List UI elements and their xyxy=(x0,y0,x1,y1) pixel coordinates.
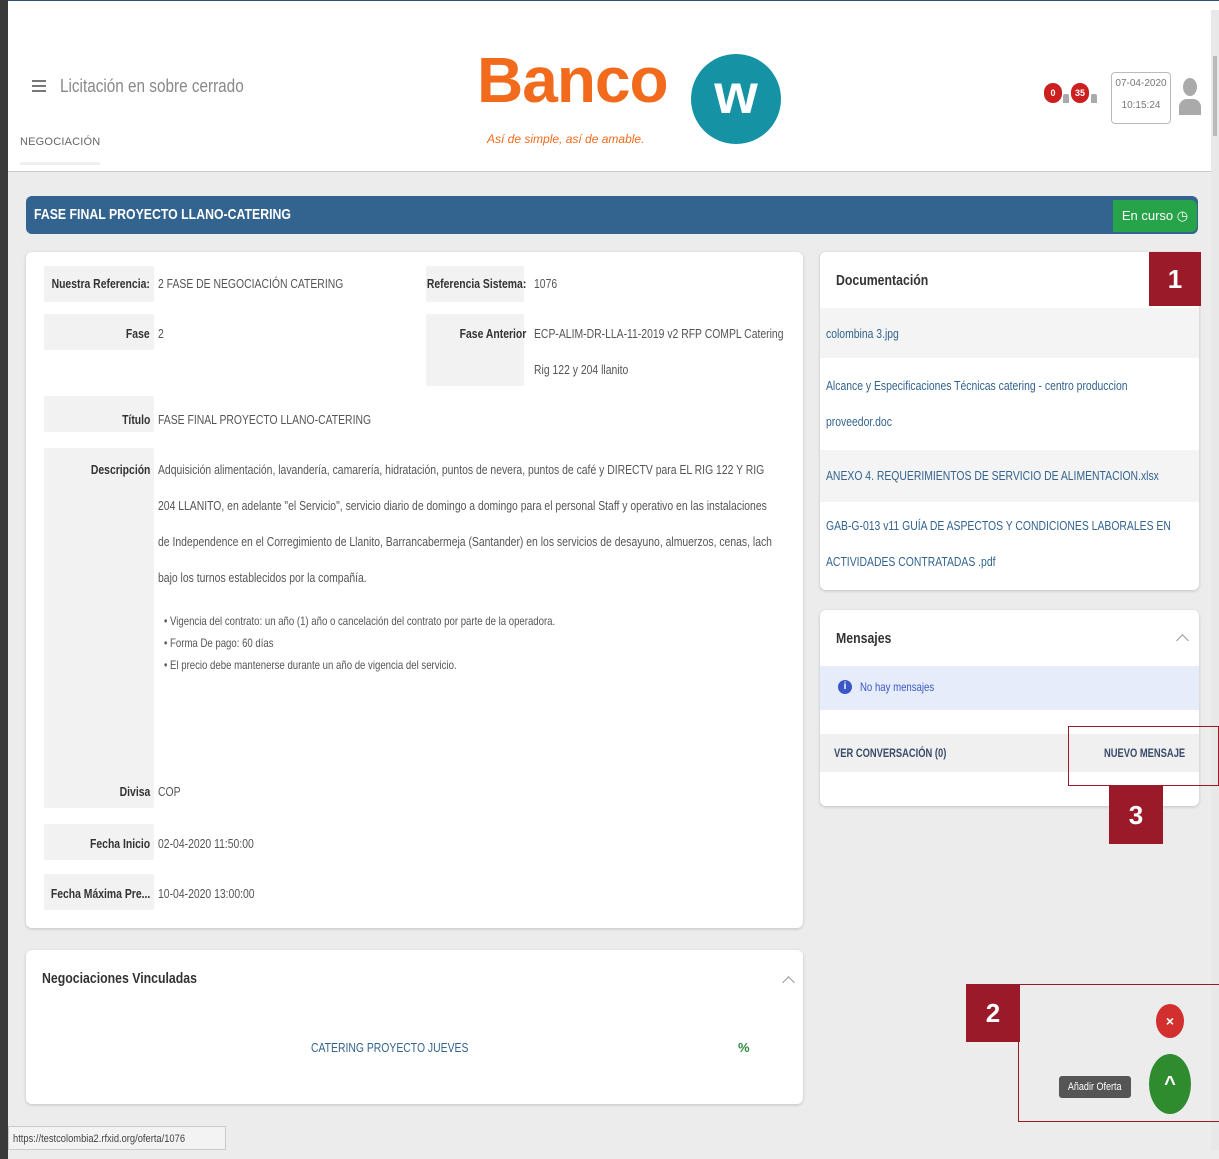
fase-anterior-label: Fase Anterior xyxy=(459,326,526,341)
bullet-item: • Vigencia del contrato: un año (1) año … xyxy=(164,614,556,628)
bullet-item: • Forma De pago: 60 días xyxy=(164,636,274,650)
scrollbar[interactable] xyxy=(1211,10,1219,1150)
descripcion-line: 204 LLANITO, en adelante "el Servicio", … xyxy=(158,498,767,513)
bell-icon[interactable] xyxy=(1063,94,1069,103)
annotation-marker-1: 1 xyxy=(1149,252,1201,306)
link-icon[interactable]: % xyxy=(738,1041,750,1054)
fase-value: 2 xyxy=(158,326,164,341)
fecha-maxima-label: Fecha Máxima Pre... xyxy=(50,886,150,901)
descripcion-label: Descripción xyxy=(90,462,150,477)
referencia-sistema-value: 1076 xyxy=(534,276,558,291)
close-fab-button[interactable]: × xyxy=(1156,1004,1184,1038)
document-item[interactable]: ANEXO 4. REQUERIMIENTOS DE SERVICIO DE A… xyxy=(820,450,1199,502)
chevron-up-icon[interactable] xyxy=(782,976,795,989)
nuestra-referencia-value: 2 FASE DE NEGOCIACIÓN CATERING xyxy=(158,276,344,291)
logo-mark: w xyxy=(714,62,758,125)
documentacion-card: Documentación colombina 3.jpg Alcance y … xyxy=(820,252,1199,590)
mensajes-title: Mensajes xyxy=(836,630,892,647)
negotiation-title: FASE FINAL PROYECTO LLANO-CATERING xyxy=(34,206,291,223)
clock-icon: ◷ xyxy=(1176,208,1189,223)
nuestra-referencia-label: Nuestra Referencia: xyxy=(51,276,150,291)
negotiation-title-bar: FASE FINAL PROYECTO LLANO-CATERING xyxy=(26,196,1198,234)
descripcion-line: de Independence en el Corregimiento de L… xyxy=(158,534,772,549)
tab-negociacion[interactable]: NEGOCIACIÓN xyxy=(20,136,101,165)
messages-badge[interactable]: 35 xyxy=(1071,83,1089,103)
no-messages-text: No hay mensajes xyxy=(860,680,935,694)
logo-circle: w xyxy=(691,54,781,144)
hamburger-menu-icon[interactable] xyxy=(32,80,46,92)
divisa-label: Divisa xyxy=(119,784,150,799)
app-header: Licitación en sobre cerrado NEGOCIACIÓN … xyxy=(8,10,1211,172)
annotation-marker-2: 2 xyxy=(966,984,1020,1042)
ver-conversacion-button[interactable]: VER CONVERSACIÓN (0) xyxy=(834,746,946,760)
titulo-value: FASE FINAL PROYECTO LLANO-CATERING xyxy=(158,412,372,427)
browser-status-url: https://testcolombia2.rfxid.org/oferta/1… xyxy=(8,1126,226,1150)
descripcion-line: bajo los turnos establecidos por la comp… xyxy=(158,570,367,585)
add-offer-tooltip: Añadir Oferta xyxy=(1059,1076,1131,1098)
linked-negotiation-link[interactable]: CATERING PROYECTO JUEVES xyxy=(311,1040,468,1055)
scrollbar-thumb[interactable] xyxy=(1213,56,1217,136)
notification-badge[interactable]: 0 xyxy=(1044,83,1062,103)
fase-label: Fase xyxy=(126,326,150,341)
status-label: En curso xyxy=(1121,208,1174,223)
no-messages-alert: i No hay mensajes xyxy=(820,666,1199,710)
documentacion-title: Documentación xyxy=(836,272,929,289)
descripcion-line: Adquisición alimentación, lavandería, ca… xyxy=(158,462,765,477)
document-item[interactable]: Alcance y Especificaciones Técnicas cate… xyxy=(820,360,1199,450)
date-time-box: 07-04-2020 10:15:24 xyxy=(1111,72,1171,124)
annotation-marker-3: 3 xyxy=(1109,786,1163,844)
user-icon[interactable] xyxy=(1179,78,1201,118)
fase-anterior-value-1: ECP-ALIM-DR-LLA-11-2019 v2 RFP COMPL Cat… xyxy=(534,326,784,341)
fecha-inicio-value: 02-04-2020 11:50:00 xyxy=(158,836,254,851)
bullet-item: • El precio debe mantenerse durante un a… xyxy=(164,658,457,672)
fase-anterior-value-2: Rig 122 y 204 llanito xyxy=(534,362,629,377)
status-badge: En curso ◷ xyxy=(1113,200,1197,232)
titulo-label: Título xyxy=(121,412,150,427)
current-date: 07-04-2020 xyxy=(1115,78,1167,89)
bell-icon[interactable] xyxy=(1091,94,1097,103)
logo-text: Banco xyxy=(477,44,669,116)
details-card: Nuestra Referencia: 2 FASE DE NEGOCIACIÓ… xyxy=(26,252,803,928)
fecha-inicio-label: Fecha Inicio xyxy=(89,836,150,851)
window-frame xyxy=(0,0,8,1159)
divisa-value: COP xyxy=(158,784,181,799)
referencia-sistema-label: Referencia Sistema: xyxy=(426,276,526,291)
current-time: 10:15:24 xyxy=(1121,100,1161,111)
negociaciones-title: Negociaciones Vinculadas xyxy=(42,970,197,987)
annotation-outline-2 xyxy=(1018,984,1219,1122)
info-icon: i xyxy=(838,680,852,694)
add-offer-fab-button[interactable]: ^ xyxy=(1149,1054,1191,1114)
page-title: Licitación en sobre cerrado xyxy=(60,76,244,96)
banco-w-logo: Banco w Así de simple, así de amable. xyxy=(477,48,817,148)
annotation-outline-3 xyxy=(1068,726,1219,786)
negociaciones-card: Negociaciones Vinculadas CATERING PROYEC… xyxy=(26,950,803,1104)
chevron-up-icon[interactable] xyxy=(1176,634,1189,647)
document-item[interactable]: GAB-G-013 v11 GUÍA DE ASPECTOS Y CONDICI… xyxy=(820,504,1199,584)
logo-tagline: Así de simple, así de amable. xyxy=(487,132,645,146)
fecha-maxima-value: 10-04-2020 13:00:00 xyxy=(158,886,255,901)
document-item[interactable]: colombina 3.jpg xyxy=(820,308,1199,358)
